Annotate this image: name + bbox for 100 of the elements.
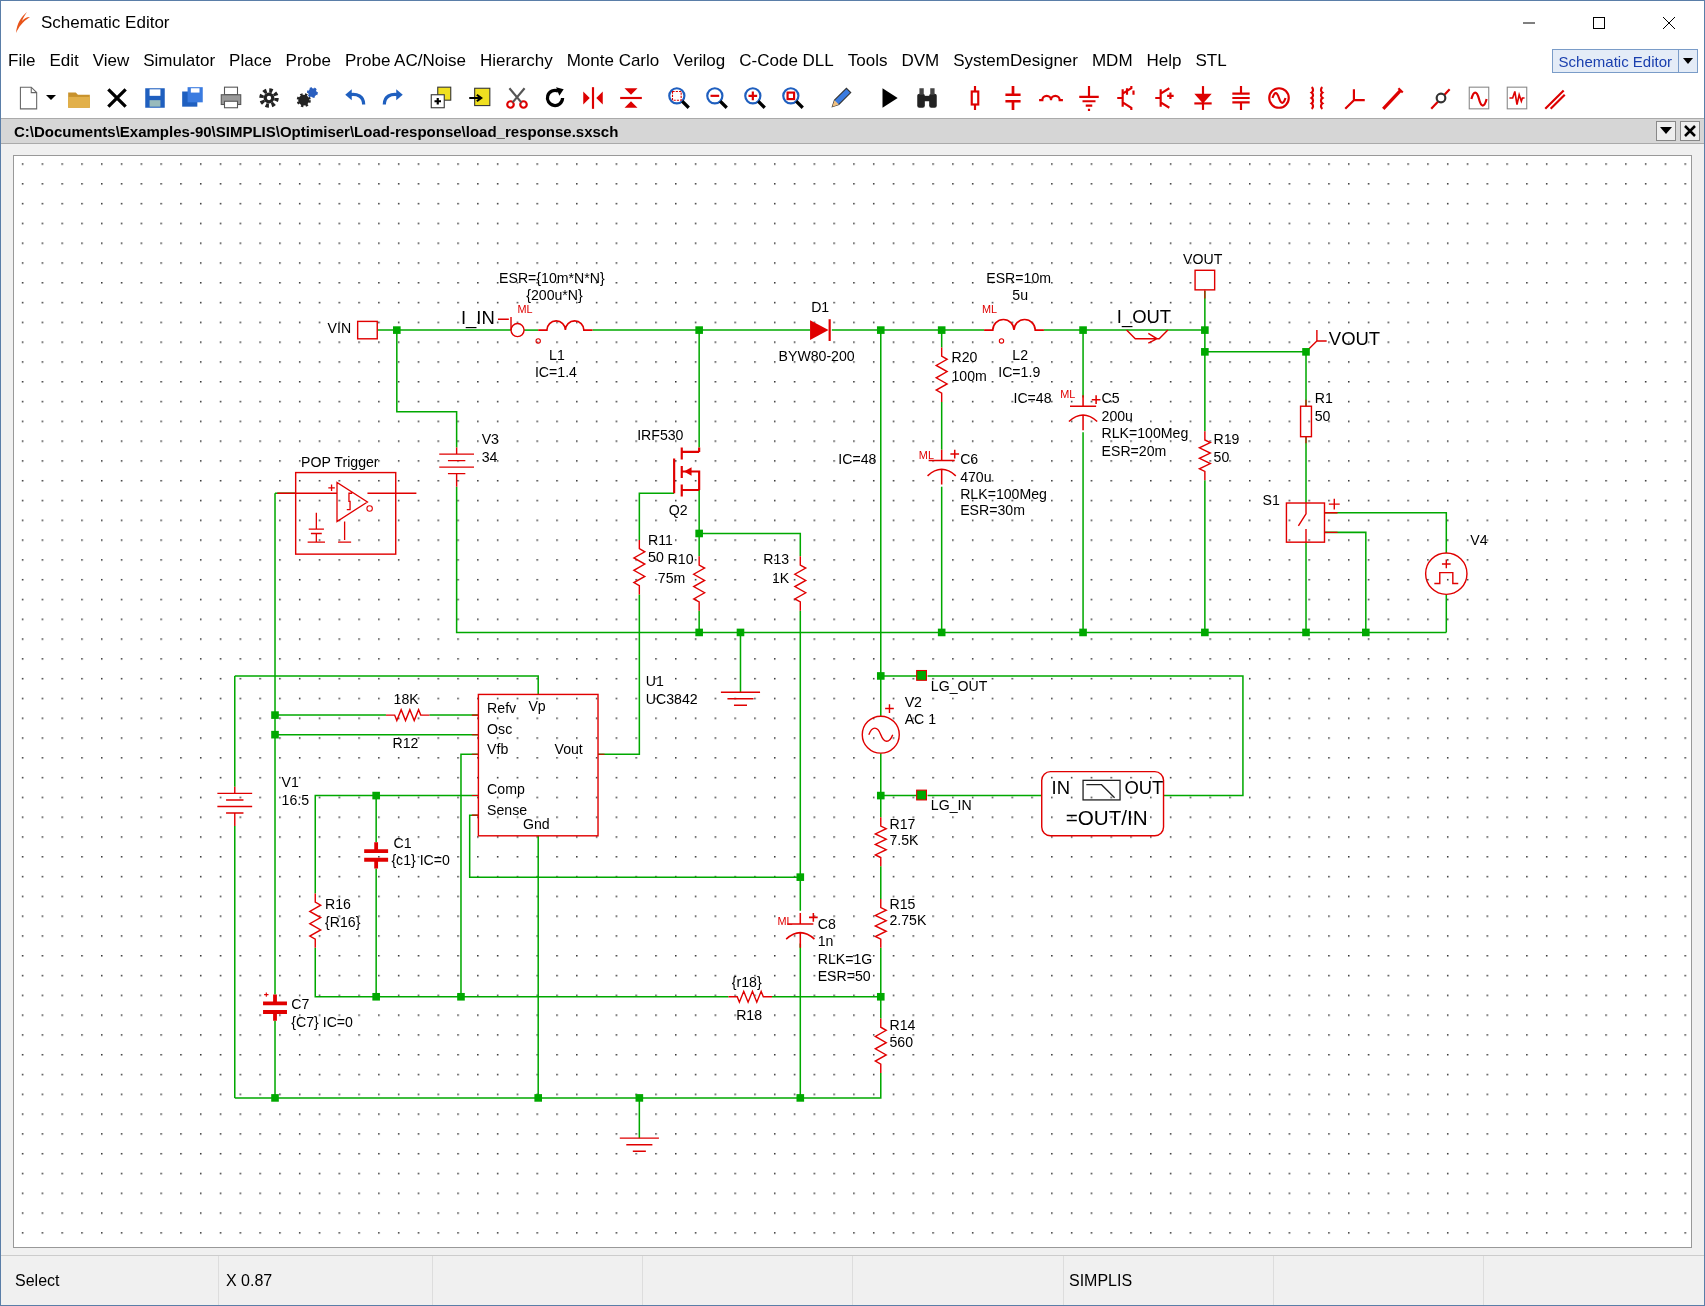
document-menu-button[interactable] <box>1656 121 1676 141</box>
ac-source-symbol <box>861 703 900 754</box>
component-label: 470u <box>960 468 992 485</box>
menu-item[interactable]: View <box>85 51 137 71</box>
component-label: VIN <box>327 319 352 336</box>
menu-item[interactable]: SystemDesigner <box>946 51 1085 71</box>
inductor-symbol <box>983 318 1045 344</box>
menu-item[interactable]: Probe <box>278 51 338 71</box>
component-label: Q2 <box>668 502 688 519</box>
pencil-icon[interactable] <box>828 84 854 111</box>
caret-icon <box>1683 58 1693 64</box>
menu-item[interactable]: C-Code DLL <box>732 51 841 71</box>
component-label: ESR=50 <box>817 967 871 984</box>
ml-label: ML <box>981 303 997 316</box>
noise-waveform-icon[interactable] <box>1504 84 1530 111</box>
component-label: 18K <box>393 690 419 707</box>
component-label: AC 1 <box>904 711 937 728</box>
component-label: R16 <box>325 896 351 913</box>
component-label: R17 <box>889 815 916 832</box>
component-label: ESR=30m <box>960 502 1025 519</box>
menu-item[interactable]: File <box>1 51 43 71</box>
marker-square <box>916 789 927 801</box>
printer-icon[interactable] <box>218 84 244 111</box>
block-label: OUT <box>1124 776 1164 798</box>
component-label: {200u*N} <box>526 287 583 304</box>
component-label: R14 <box>889 1016 916 1033</box>
menu-item[interactable]: Verilog <box>666 51 733 71</box>
menu-item[interactable]: DVM <box>894 51 947 71</box>
waveform-icon[interactable] <box>1466 84 1492 111</box>
zoom-fit-icon[interactable] <box>666 84 692 111</box>
component-label: L1 <box>549 346 565 363</box>
component-label: ESR={10m*N*N} <box>499 269 605 286</box>
component-label: L2 <box>1012 346 1029 363</box>
component-label: IC=48 <box>838 451 877 468</box>
menu-item[interactable]: MDM <box>1084 51 1140 71</box>
component-label: RLK=100Meg <box>960 486 1047 503</box>
ac-source-icon[interactable] <box>1266 84 1292 111</box>
component-label: C5 <box>1101 390 1120 407</box>
current-probe-symbol <box>497 316 525 338</box>
component-label: V3 <box>481 430 499 447</box>
resistor-symbol <box>793 555 808 612</box>
menu-item[interactable]: Help <box>1139 51 1189 71</box>
component-label: 100m <box>951 367 987 384</box>
inductor-symbol <box>535 320 594 344</box>
component-label: ESR=10m <box>986 269 1052 286</box>
component-label: R18 <box>736 1007 763 1024</box>
zoom-out-icon[interactable] <box>704 84 730 111</box>
zoom-in-icon[interactable] <box>742 84 768 111</box>
component-label: BYW80-200 <box>778 348 855 365</box>
pin-label: Sense <box>487 801 528 818</box>
component-label: {C7} IC=0 <box>291 1013 353 1030</box>
diode-symbol <box>810 319 831 341</box>
zoom-box-icon[interactable] <box>780 84 806 111</box>
marker-square <box>916 669 927 681</box>
component-label: 1n <box>817 933 834 950</box>
component-label: 560 <box>889 1034 914 1051</box>
component-label: R15 <box>889 896 916 913</box>
menu-item[interactable]: Hierarchy <box>472 51 560 71</box>
component-label: C7 <box>291 996 310 1013</box>
pin-label: Vp <box>528 698 546 715</box>
mode-dropdown[interactable]: Schematic Editor <box>1551 49 1698 73</box>
add-symbol-icon[interactable] <box>428 84 454 111</box>
menu-item[interactable]: Monte Carlo <box>559 51 667 71</box>
pin-label: Gnd <box>522 815 550 832</box>
component-label: R12 <box>392 735 419 752</box>
resistor-symbol <box>1299 399 1313 444</box>
pin-label: Vfb <box>487 740 509 757</box>
menu-item[interactable]: Tools <box>840 51 895 71</box>
component-label: D1 <box>811 299 830 316</box>
component-label: R11 <box>648 531 673 548</box>
component-label: C6 <box>960 451 979 468</box>
component-label: 75m <box>657 569 686 586</box>
component-label: RLK=100Meg <box>1101 425 1189 442</box>
status-coordinate: X 0.87 <box>226 1271 273 1290</box>
resistor-symbol <box>692 555 706 612</box>
menu-item[interactable]: Probe AC/Noise <box>337 51 473 71</box>
component-label: 7.5K <box>889 832 919 848</box>
menu-item[interactable]: Edit <box>42 51 86 71</box>
battery-symbol <box>438 446 475 488</box>
mirror-icon[interactable] <box>580 84 606 111</box>
menu-item[interactable]: Simulator <box>136 51 223 71</box>
block-label: IN <box>1051 776 1070 798</box>
close-icon <box>1684 125 1696 137</box>
component-label: 34 <box>481 449 498 466</box>
pin-label: Osc <box>487 721 513 738</box>
component-label: R10 <box>667 551 694 568</box>
component-label: {R16} <box>325 913 361 930</box>
component-label: IC=1.9 <box>998 364 1041 381</box>
component-label: 2.75K <box>889 912 927 929</box>
menu-item[interactable]: STL <box>1188 51 1234 71</box>
ground-icon[interactable] <box>1076 84 1102 111</box>
document-close-button[interactable] <box>1680 121 1700 141</box>
block-label: =OUT/IN <box>1065 805 1148 829</box>
component-label: R20 <box>951 349 978 366</box>
current-probe-arrow-symbol <box>1125 329 1169 344</box>
resistor-symbol <box>308 892 323 949</box>
component-label: {r18} <box>731 974 762 991</box>
resistor-symbol <box>632 539 647 596</box>
maximize-icon <box>1592 16 1606 30</box>
menu-item[interactable]: Place <box>222 51 279 71</box>
